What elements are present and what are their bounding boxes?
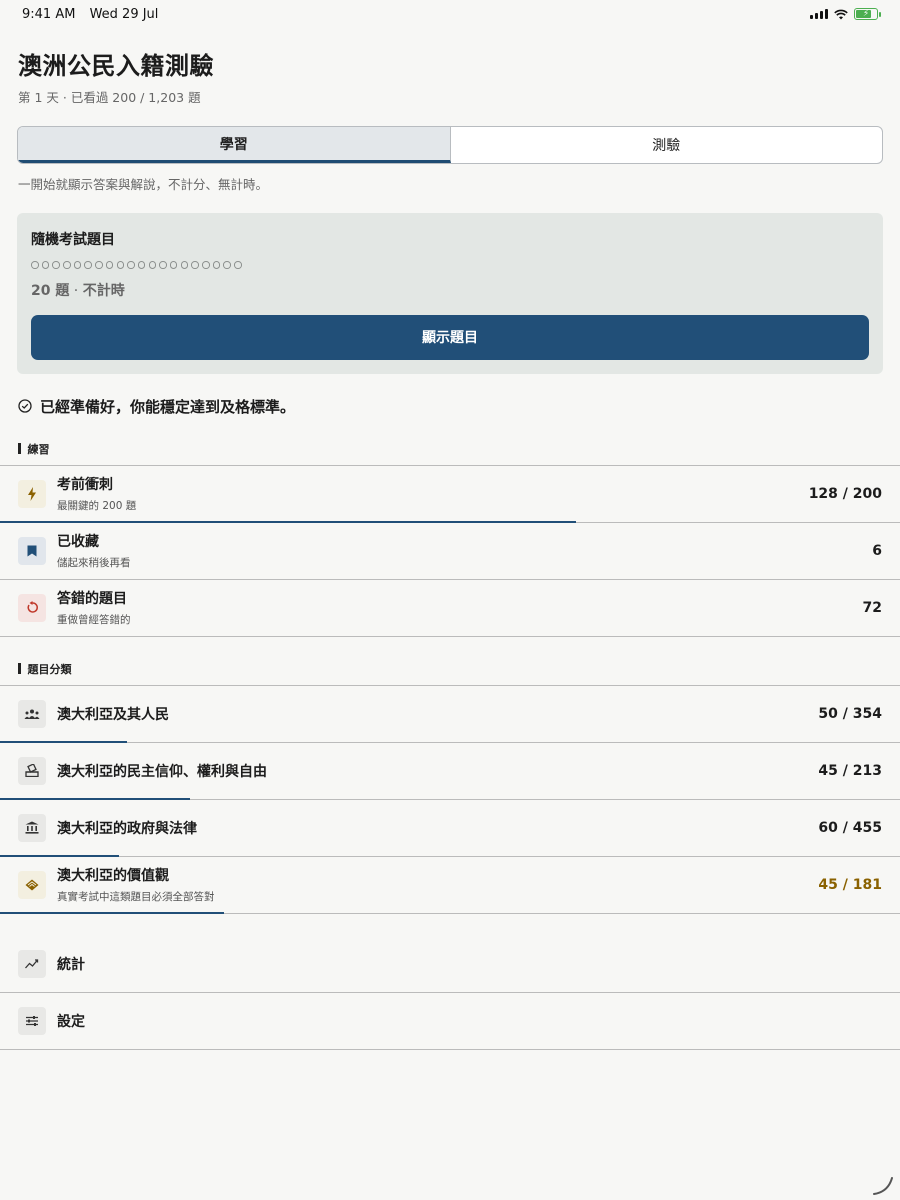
status-left: 9:41 AM Wed 29 Jul	[22, 7, 168, 22]
list-item-wrong[interactable]: 答錯的題目 重做曾經答錯的 72	[0, 580, 900, 637]
check-circle-icon	[18, 399, 32, 413]
bookmark-icon	[18, 536, 46, 565]
section-practice: 練習	[18, 441, 882, 457]
stats-item[interactable]: 統計	[0, 936, 900, 993]
question-dot	[52, 261, 60, 269]
category-list: 澳大利亞及其人民 50 / 354 澳大利亞的民主信仰、權利與自由 45 / 2…	[0, 684, 900, 914]
signal-icon	[810, 9, 828, 19]
question-dot	[41, 261, 50, 269]
item-label: 澳大利亞的民主信仰、權利與自由	[57, 763, 267, 780]
question-dot	[127, 261, 135, 269]
item-count: 60 / 455	[818, 819, 882, 836]
question-dot	[84, 261, 92, 269]
question-dot	[137, 261, 146, 269]
values-icon	[18, 870, 46, 899]
category-democracy[interactable]: 澳大利亞的民主信仰、權利與自由 45 / 213	[0, 743, 900, 800]
show-questions-button[interactable]: 顯示題目	[31, 314, 869, 360]
item-label: 澳大利亞及其人民	[57, 706, 169, 723]
category-values[interactable]: 澳大利亞的價值觀 真實考試中這類題目必須全部答對 45 / 181	[0, 857, 900, 914]
question-dot	[169, 261, 178, 269]
category-government[interactable]: 澳大利亞的政府與法律 60 / 455	[0, 800, 900, 857]
question-dot	[95, 261, 103, 269]
item-label: 設定	[57, 1013, 85, 1030]
question-dot	[212, 261, 221, 269]
item-count: 45 / 181	[818, 876, 882, 893]
item-label: 澳大利亞的政府與法律	[57, 820, 197, 837]
item-label: 考前衝刺	[57, 477, 113, 493]
bolt-icon	[18, 479, 46, 508]
timer-note: 不計時	[82, 282, 125, 299]
section-bar	[18, 443, 21, 454]
item-sublabel: 真實考試中這類題目必須全部答對	[57, 891, 215, 903]
question-count: 20 題	[31, 282, 70, 299]
item-count: 128 / 200	[808, 485, 882, 502]
readiness-text: 已經準備好，你能穩定達到及格標準。	[40, 397, 296, 416]
wifi-icon	[834, 9, 848, 19]
readiness-status: 已經準備好，你能穩定達到及格標準。	[18, 396, 882, 417]
question-dot	[31, 261, 39, 269]
question-dot	[159, 261, 167, 269]
ballot-icon	[18, 756, 46, 785]
item-count: 50 / 354	[818, 705, 882, 722]
retry-icon	[18, 593, 46, 622]
item-label: 已收藏	[57, 534, 99, 550]
government-icon	[18, 813, 46, 842]
resize-handle-icon	[873, 1177, 893, 1195]
settings-item[interactable]: 設定	[0, 993, 900, 1050]
category-people[interactable]: 澳大利亞及其人民 50 / 354	[0, 686, 900, 743]
header: 澳洲公民入籍測驗 第 1 天 · 已看過 200 / 1,203 題	[0, 28, 900, 106]
question-dot	[73, 261, 82, 269]
question-dot	[234, 261, 242, 269]
mode-tabs: 學習 測驗	[17, 126, 883, 164]
question-dot	[191, 261, 199, 269]
status-right: ⚡	[810, 8, 881, 20]
question-dot	[180, 261, 189, 269]
item-count: 72	[862, 599, 882, 616]
item-sublabel: 儲起來稍後再看	[57, 557, 131, 569]
settings-icon	[18, 1006, 46, 1035]
card-meta: 20 題 · 不計時	[31, 280, 869, 300]
status-time: 9:41 AM	[22, 6, 76, 22]
bottom-list: 統計 設定	[0, 936, 900, 1050]
item-label: 答錯的題目	[57, 591, 127, 607]
tab-quiz[interactable]: 測驗	[451, 127, 883, 163]
item-sublabel: 重做曾經答錯的	[57, 614, 131, 626]
item-count: 45 / 213	[818, 762, 882, 779]
page-subtitle: 第 1 天 · 已看過 200 / 1,203 題	[18, 90, 201, 105]
section-categories: 題目分類	[18, 661, 882, 677]
list-item-sprint[interactable]: 考前衝刺 最關鍵的 200 題 128 / 200	[0, 466, 900, 523]
practice-list: 考前衝刺 最關鍵的 200 題 128 / 200 已收藏 儲起來稍後再看 6 …	[0, 464, 900, 637]
section-bar	[18, 663, 21, 674]
item-sublabel: 最關鍵的 200 題	[57, 500, 137, 512]
meta-separator: ·	[69, 282, 83, 299]
section-practice-label: 練習	[27, 442, 50, 456]
tab-description: 一開始就顯示答案與解說，不計分、無計時。	[18, 177, 269, 192]
question-dots	[31, 261, 869, 269]
item-label: 統計	[57, 956, 85, 973]
status-date: Wed 29 Jul	[89, 6, 159, 22]
question-dot	[116, 261, 124, 269]
item-count: 6	[872, 542, 882, 559]
battery-icon: ⚡	[854, 8, 881, 20]
question-dot	[148, 261, 157, 269]
question-dot	[105, 261, 114, 269]
question-dot	[63, 261, 71, 269]
stats-icon	[18, 949, 46, 978]
tab-study[interactable]: 學習	[18, 127, 451, 163]
question-dot	[223, 261, 231, 269]
card-title: 隨機考試題目	[31, 232, 115, 248]
item-label: 澳大利亞的價值觀	[57, 868, 169, 884]
progress-bar	[0, 911, 225, 914]
question-dot	[202, 261, 210, 269]
status-bar: 9:41 AM Wed 29 Jul ⚡	[0, 0, 900, 28]
list-item-bookmarked[interactable]: 已收藏 儲起來稍後再看 6	[0, 523, 900, 580]
people-icon	[18, 699, 46, 728]
section-categories-label: 題目分類	[27, 662, 72, 676]
random-quiz-card: 隨機考試題目 20 題 · 不計時 顯示題目	[17, 213, 883, 374]
page-title: 澳洲公民入籍測驗	[18, 52, 214, 80]
